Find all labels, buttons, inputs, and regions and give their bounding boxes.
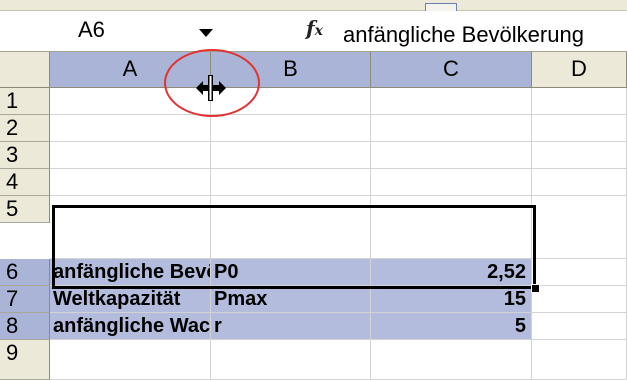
cell-a3[interactable] (50, 142, 211, 169)
row-header-8[interactable]: 8 (0, 313, 50, 340)
cell-c5[interactable] (371, 196, 532, 259)
cell-a9[interactable] (50, 340, 211, 380)
cell-b8[interactable]: r (211, 313, 371, 340)
name-box-value: A6 (78, 17, 105, 42)
row-header-1[interactable]: 1 (0, 88, 50, 115)
row-header-5[interactable]: 5 (0, 196, 50, 223)
column-header-d[interactable]: D (532, 52, 627, 88)
cell-b6[interactable]: P0 (211, 259, 371, 286)
cell-b5[interactable] (211, 196, 371, 259)
toolbar-strip (0, 0, 627, 11)
column-resize-cursor-icon[interactable] (196, 75, 226, 101)
column-header-c[interactable]: C (371, 52, 532, 88)
cell-c3[interactable] (371, 142, 532, 169)
row-header-3[interactable]: 3 (0, 142, 50, 169)
cell-d1[interactable] (532, 88, 627, 115)
cell-a4[interactable] (50, 169, 211, 196)
cell-c7[interactable]: 15 (371, 286, 532, 313)
cell-b4[interactable] (211, 169, 371, 196)
cell-c2[interactable] (371, 115, 532, 142)
cell-d2[interactable] (532, 115, 627, 142)
cell-c1[interactable] (371, 88, 532, 115)
cell-c9[interactable] (371, 340, 532, 380)
name-box[interactable]: A6 (0, 15, 222, 47)
cell-d6[interactable] (532, 259, 627, 286)
fill-handle[interactable] (531, 284, 540, 293)
cell-d8[interactable] (532, 313, 627, 340)
cell-b3[interactable] (211, 142, 371, 169)
cell-b2[interactable] (211, 115, 371, 142)
cell-d4[interactable] (532, 169, 627, 196)
chevron-down-icon[interactable] (190, 21, 222, 45)
cell-d5[interactable] (532, 196, 627, 259)
cell-d3[interactable] (532, 142, 627, 169)
row-header-6[interactable]: 6 (0, 259, 50, 286)
cell-a5[interactable] (50, 196, 211, 259)
spreadsheet-grid: A B C D 1 2 3 4 5 6 7 8 9 anfängliche Be… (0, 52, 627, 380)
formula-bar: A6 fx anfängliche Bevölkerung (0, 11, 627, 52)
row-header-4[interactable]: 4 (0, 169, 50, 196)
cell-c4[interactable] (371, 169, 532, 196)
cell-a8[interactable]: anfängliche Wachstumsrate (50, 313, 211, 340)
toolbar-button-partial[interactable] (425, 3, 457, 11)
cell-b7[interactable]: Pmax (211, 286, 371, 313)
cell-a7[interactable]: Weltkapazität (50, 286, 211, 313)
row-header-7[interactable]: 7 (0, 286, 50, 313)
cell-c8[interactable]: 5 (371, 313, 532, 340)
select-all-corner[interactable] (0, 52, 50, 88)
cell-d7[interactable] (532, 286, 627, 313)
cell-a2[interactable] (50, 115, 211, 142)
formula-input[interactable]: anfängliche Bevölkerung (343, 22, 584, 52)
cell-a6[interactable]: anfängliche Bevölkerung (50, 259, 211, 286)
cell-b9[interactable] (211, 340, 371, 380)
function-icon[interactable]: fx (306, 16, 323, 40)
row-header-2[interactable]: 2 (0, 115, 50, 142)
cell-c6[interactable]: 2,52 (371, 259, 532, 286)
cell-d9[interactable] (532, 340, 627, 380)
row-header-9[interactable]: 9 (0, 340, 50, 380)
